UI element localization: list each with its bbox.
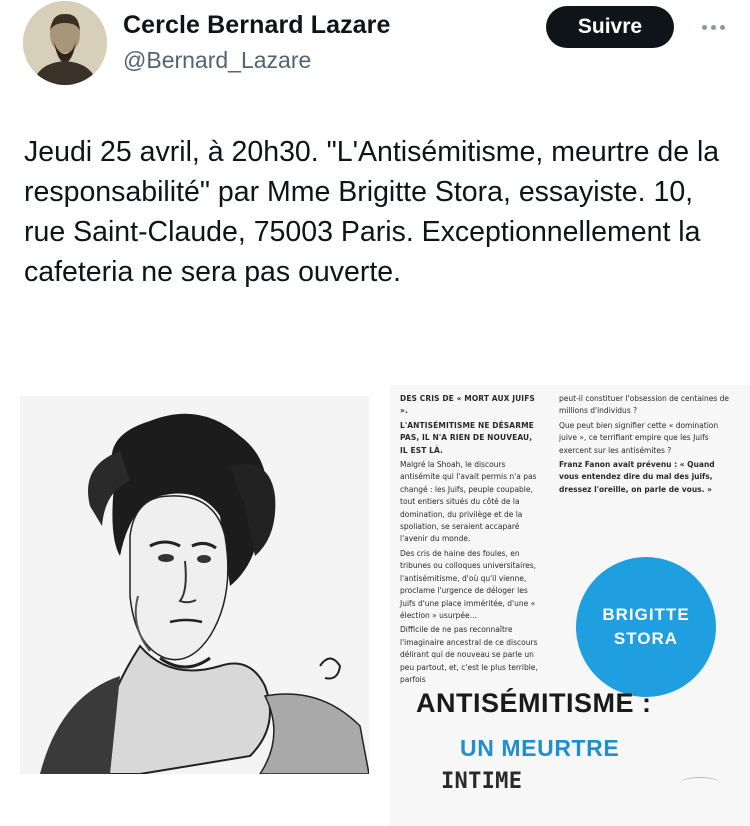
tweet-text: Jeudi 25 avril, à 20h30. "L'Antisémitism… — [24, 136, 720, 288]
book-paragraph: Franz Fanon avait prévenu : « Quand vous… — [559, 460, 715, 494]
avatar-portrait-icon — [23, 1, 107, 85]
author-badge-line1: BRIGITTE — [602, 605, 690, 624]
author-badge-line2: STORA — [613, 629, 679, 648]
book-paragraph: Des cris de haine des foules, en tribune… — [400, 548, 537, 620]
book-title: ANTISÉMITISME : — [416, 688, 652, 718]
book-column-right: peut-il constituer l'obsession de centai… — [559, 393, 731, 498]
page-curl-decoration — [680, 777, 720, 789]
tweet-header: Cercle Bernard Lazare @Bernard_Lazare Su… — [0, 0, 750, 100]
book-column-left: DES CRIS DE « MORT AUX JUIFS ». L'ANTISÉ… — [400, 393, 540, 688]
author-badge: BRIGITTE STORA — [576, 557, 716, 697]
more-horizontal-icon — [719, 24, 725, 30]
book-paragraph: peut-il constituer l'obsession de centai… — [559, 394, 730, 416]
book-lead: L'ANTISÉMITISME NE DÉSARME PAS, IL N'A R… — [400, 420, 534, 455]
author-handle[interactable]: @Bernard_Lazare — [123, 47, 311, 74]
book-page: DES CRIS DE « MORT AUX JUIFS ». L'ANTISÉ… — [390, 385, 750, 826]
portrait-sketch — [20, 396, 369, 774]
book-paragraph: Que peut bien signifier cette « dominati… — [559, 420, 719, 455]
book-paragraph: Difficile de ne pas reconnaître l'imagin… — [400, 625, 538, 684]
book-subtitle: INTIME — [441, 769, 523, 794]
more-horizontal-icon — [701, 24, 707, 30]
book-subtitle: UN MEURTRE — [460, 735, 620, 761]
book-line: DES CRIS DE « MORT AUX JUIFS ». — [400, 394, 535, 416]
follow-button[interactable]: Suivre — [546, 6, 674, 48]
more-horizontal-icon — [710, 24, 716, 30]
avatar[interactable] — [23, 1, 107, 85]
author-name[interactable]: Cercle Bernard Lazare — [123, 11, 391, 40]
book-paragraph: Malgré la Shoah, le discours antisémite … — [400, 460, 537, 544]
more-options-button[interactable] — [693, 12, 733, 42]
portrait-sketch-image — [20, 396, 369, 774]
tweet-media[interactable]: DES CRIS DE « MORT AUX JUIFS ». L'ANTISÉ… — [0, 385, 750, 826]
